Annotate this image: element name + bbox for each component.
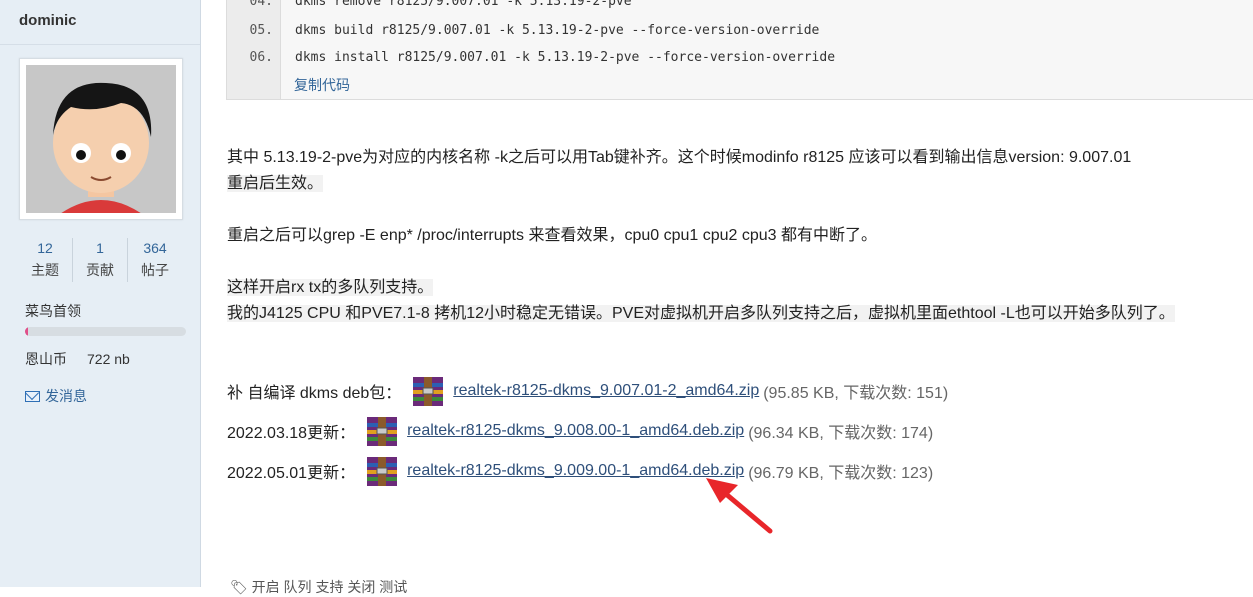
stat-value: 364 <box>143 240 167 256</box>
line-number: 04. <box>249 0 273 9</box>
stat-label: 贡献 <box>86 262 114 278</box>
post-paragraph: 其中 5.13.19-2-pve为对应的内核名称 -k之后可以用Tab键补齐。这… <box>227 149 1132 166</box>
attachment-meta: (95.85 KB, 下载次数: 151) <box>763 385 949 402</box>
divider <box>0 44 200 45</box>
avatar-frame[interactable] <box>19 58 183 220</box>
post-tags: 🏷 开启 队列 支持 关闭 测试 <box>230 577 407 597</box>
code-line: dkms remove r8125/9.007.01 -k 5.13.19-2-… <box>295 0 632 9</box>
stat-contributions[interactable]: 1 贡献 <box>73 238 128 282</box>
user-stats: 12 主题 1 贡献 364 帖子 <box>18 238 182 282</box>
rank-progress-fill <box>25 327 29 336</box>
stat-label: 主题 <box>31 262 59 278</box>
user-rank[interactable]: 菜鸟首领 <box>25 301 81 321</box>
attachment-prefix: 补 自编译 dkms deb包： <box>227 385 402 402</box>
code-block: 04. dkms remove r8125/9.007.01 -k 5.13.1… <box>226 0 1253 100</box>
stat-value: 12 <box>37 240 53 256</box>
tag-icon: 🏷 <box>230 579 248 595</box>
avatar[interactable] <box>26 65 176 213</box>
coin-balance: 恩山币 722 nb <box>25 349 130 369</box>
send-message-label: 发消息 <box>45 388 87 404</box>
coin-label: 恩山币 <box>25 351 67 367</box>
line-number: 06. <box>249 50 273 65</box>
line-number: 05. <box>249 23 273 38</box>
coin-value: 722 nb <box>87 351 130 367</box>
rank-progress-bar <box>25 327 186 336</box>
post-paragraph: 我的J4125 CPU 和PVE7.1-8 拷机12小时稳定无错误。PVE对虚拟… <box>227 299 1175 323</box>
highlighted-text: 重启后生效。 <box>227 175 324 192</box>
stat-posts[interactable]: 364 帖子 <box>128 238 182 282</box>
attachment-link[interactable]: realtek-r8125-dkms_9.007.01-2_amd64.zip <box>453 382 759 400</box>
attachment-row: 2022.05.01更新： realtek-r8125-dkms_9.009.0… <box>227 454 933 488</box>
stat-label: 帖子 <box>141 262 169 278</box>
post-paragraph: 重启之后可以grep -E enp* /proc/interrupts 来查看效… <box>227 227 878 244</box>
attachment-row: 2022.03.18更新： realtek-r8125-dkms_9.008.0… <box>227 414 933 448</box>
stat-value: 1 <box>96 240 104 256</box>
copy-code-button[interactable]: 复制代码 <box>294 75 350 95</box>
post-paragraph: 重启后生效。 <box>227 169 324 193</box>
archive-file-icon[interactable] <box>363 414 401 448</box>
attachment-meta: (96.34 KB, 下载次数: 174) <box>748 425 934 442</box>
highlighted-text: 这样开启rx tx的多队列支持。 <box>227 279 434 296</box>
send-message-button[interactable]: 发消息 <box>25 386 87 406</box>
tag-list[interactable]: 开启 队列 支持 关闭 测试 <box>252 579 408 595</box>
attachment-link[interactable]: realtek-r8125-dkms_9.009.00-1_amd64.deb.… <box>407 462 744 480</box>
attachment-row: 补 自编译 dkms deb包： realtek-r8125-dkms_9.00… <box>227 374 948 408</box>
username[interactable]: dominic <box>19 12 77 29</box>
attachment-prefix: 2022.03.18更新： <box>227 425 356 442</box>
envelope-icon <box>25 390 40 402</box>
red-arrow-annotation <box>706 478 773 534</box>
code-line: dkms install r8125/9.007.01 -k 5.13.19-2… <box>295 50 836 65</box>
attachment-prefix: 2022.05.01更新： <box>227 465 356 482</box>
archive-file-icon[interactable] <box>409 374 447 408</box>
stat-threads[interactable]: 12 主题 <box>18 238 73 282</box>
attachment-link[interactable]: realtek-r8125-dkms_9.008.00-1_amd64.deb.… <box>407 422 744 440</box>
archive-file-icon[interactable] <box>363 454 401 488</box>
post-paragraph: 这样开启rx tx的多队列支持。 <box>227 273 434 297</box>
code-line: dkms build r8125/9.007.01 -k 5.13.19-2-p… <box>295 23 820 38</box>
author-sidebar: dominic 12 主题 1 贡献 364 帖子 菜鸟首领 恩山币 722 n… <box>0 0 201 587</box>
highlighted-text: 我的J4125 CPU 和PVE7.1-8 拷机12小时稳定无错误。PVE对虚拟… <box>227 305 1175 322</box>
